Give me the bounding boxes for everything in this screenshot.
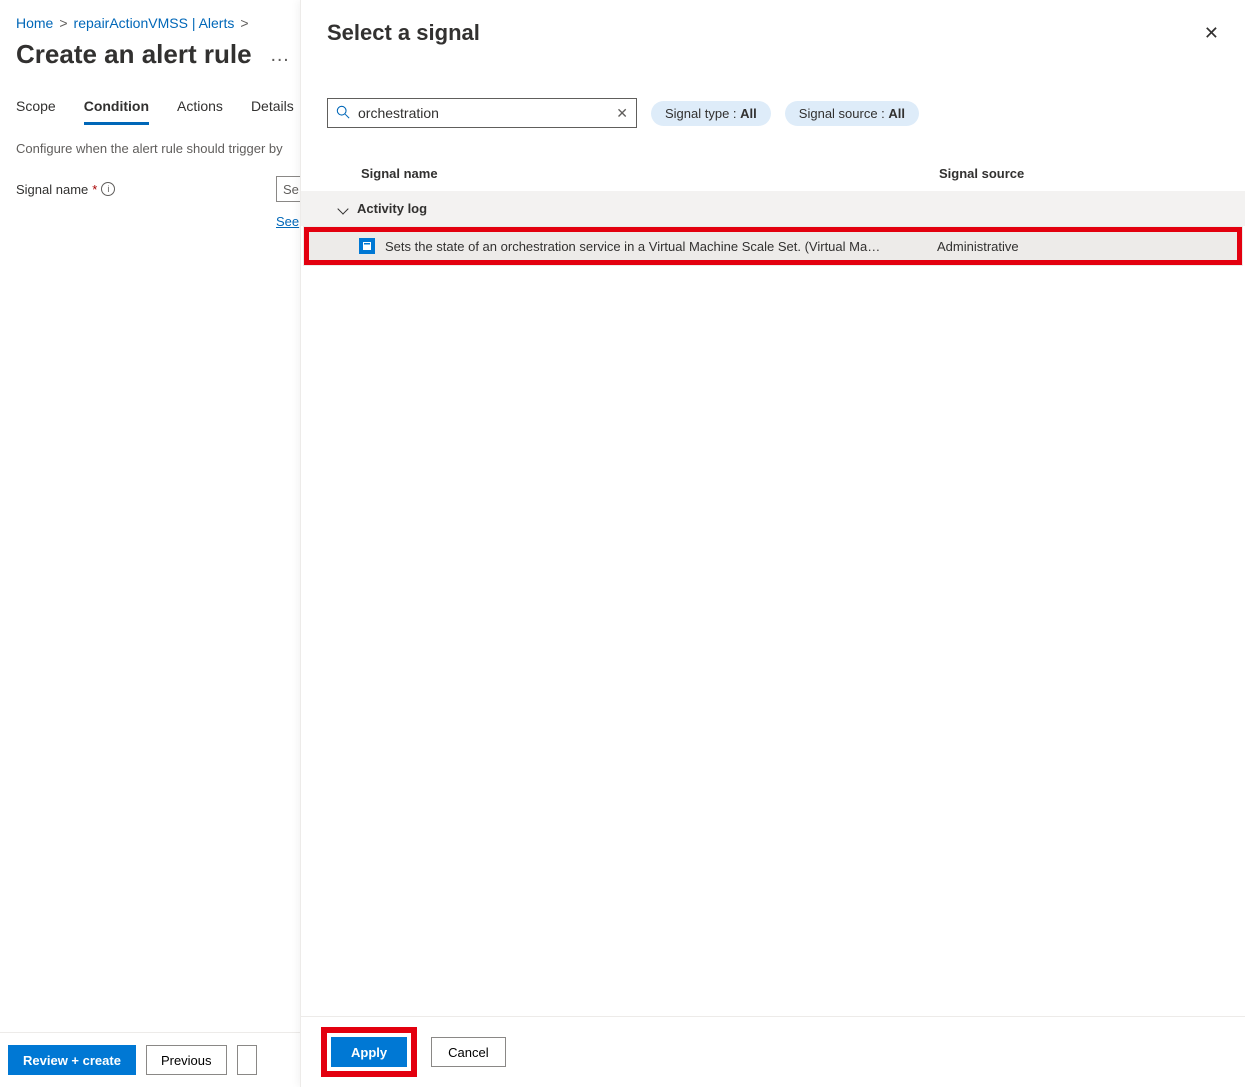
panel-controls: ✕ Signal type : All Signal source : All [301,56,1245,138]
filter-signal-source[interactable]: Signal source : All [785,101,919,126]
apply-button[interactable]: Apply [331,1037,407,1067]
panel-title: Select a signal [327,20,480,46]
column-signal-name[interactable]: Signal name [361,166,939,181]
tab-actions[interactable]: Actions [177,98,223,125]
panel-footer: Apply Cancel [301,1016,1245,1087]
panel-header: Select a signal ✕ [301,0,1245,56]
signal-table-header: Signal name Signal source [301,138,1245,191]
signal-name-text: Sets the state of an orchestration servi… [385,239,937,254]
clear-search-icon[interactable]: ✕ [608,105,636,122]
apply-highlight: Apply [321,1027,417,1077]
search-input-wrapper[interactable]: ✕ [327,98,637,128]
signal-row[interactable]: Sets the state of an orchestration servi… [303,226,1243,266]
breadcrumb-link-alerts[interactable]: repairActionVMSS | Alerts [74,15,235,31]
cancel-button[interactable]: Cancel [431,1037,505,1067]
search-icon [328,105,358,122]
close-icon[interactable]: ✕ [1204,24,1219,42]
tab-scope[interactable]: Scope [16,98,56,125]
more-menu-button[interactable]: … [264,45,297,65]
page-title: Create an alert rule [16,39,252,70]
signal-name-label: Signal name [16,182,88,197]
signal-source-text: Administrative [937,239,1217,254]
chevron-down-icon [337,203,348,214]
activity-log-icon [359,238,375,254]
see-all-link[interactable]: See [0,214,299,229]
tab-condition[interactable]: Condition [84,98,149,125]
filter-signal-type[interactable]: Signal type : All [651,101,771,126]
info-icon[interactable]: i [101,182,115,196]
previous-button[interactable]: Previous [146,1045,227,1075]
breadcrumb-separator: > [59,15,67,31]
truncated-button[interactable] [237,1045,257,1075]
group-label: Activity log [357,201,427,216]
required-indicator: * [92,182,97,197]
breadcrumb-link-home[interactable]: Home [16,15,53,31]
tab-details[interactable]: Details [251,98,294,125]
search-input[interactable] [358,105,608,121]
select-signal-panel: Select a signal ✕ ✕ Signal type : All Si… [300,0,1245,1087]
column-signal-source[interactable]: Signal source [939,166,1219,181]
review-create-button[interactable]: Review + create [8,1045,136,1075]
breadcrumb-separator: > [240,15,248,31]
group-activity-log[interactable]: Activity log [301,191,1245,226]
